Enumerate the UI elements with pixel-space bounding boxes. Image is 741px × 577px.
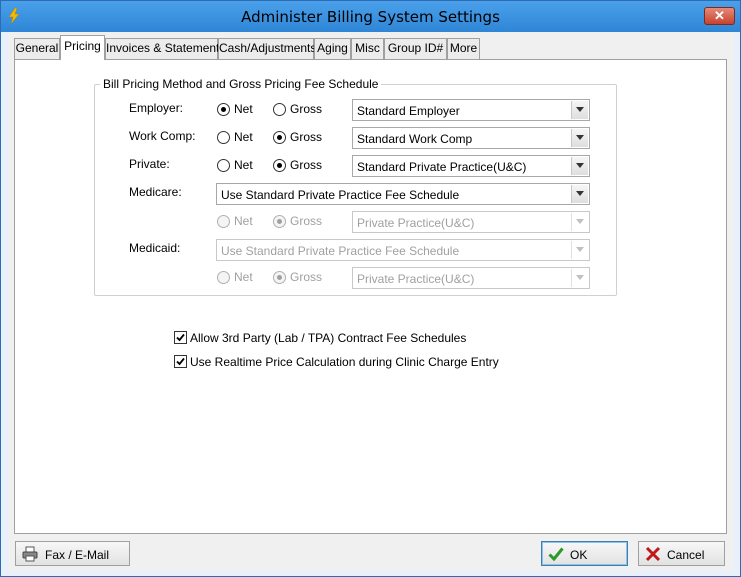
workcomp-fee-schedule-value: Standard Work Comp [357,132,473,146]
medicare-source-select[interactable]: Use Standard Private Practice Fee Schedu… [216,183,590,205]
cancel-x-icon [645,546,661,562]
employer-fee-schedule-select[interactable]: Standard Employer [352,99,590,121]
realtime-price-checkbox[interactable] [174,355,187,368]
settings-window: Administer Billing System Settings ✕ Gen… [0,0,741,577]
medicaid-source-select[interactable]: Use Standard Private Practice Fee Schedu… [216,239,590,261]
pricing-panel: Bill Pricing Method and Gross Pricing Fe… [14,59,727,534]
private-gross-radio[interactable] [273,159,286,172]
chevron-down-icon[interactable] [571,185,588,203]
checkmark-icon [548,547,564,562]
medicare-fee-schedule-select[interactable]: Private Practice(U&C) [352,211,590,233]
realtime-price-label[interactable]: Use Realtime Price Calculation during Cl… [190,355,499,369]
fax-email-button[interactable]: Fax / E-Mail [15,541,130,566]
private-label: Private: [129,157,170,171]
chevron-down-icon[interactable] [571,101,588,119]
ok-label: OK [570,548,588,562]
workcomp-net-radio[interactable] [217,131,230,144]
private-fee-schedule-value: Standard Private Practice(U&C) [357,160,527,174]
medicare-label: Medicare: [129,185,182,199]
close-icon: ✕ [714,8,725,23]
title-bar[interactable]: Administer Billing System Settings ✕ [1,1,740,32]
cancel-label: Cancel [667,548,705,562]
employer-fee-schedule-value: Standard Employer [357,104,460,118]
private-net-label[interactable]: Net [234,158,253,172]
chevron-down-icon[interactable] [571,157,588,175]
medicaid-gross-label[interactable]: Gross [290,270,322,284]
medicaid-source-value: Use Standard Private Practice Fee Schedu… [221,244,460,258]
medicare-gross-radio[interactable] [273,215,286,228]
checkmark-icon [176,357,185,366]
tab-cash-adjustments[interactable]: Cash/Adjustments [218,38,316,59]
medicaid-fee-schedule-select[interactable]: Private Practice(U&C) [352,267,590,289]
private-gross-label[interactable]: Gross [290,158,322,172]
tab-invoices-statements[interactable]: Invoices & Statements [105,38,225,59]
medicaid-fee-schedule-value: Private Practice(U&C) [357,272,475,286]
workcomp-net-label[interactable]: Net [234,130,253,144]
medicare-source-value: Use Standard Private Practice Fee Schedu… [221,188,460,202]
medicare-net-label[interactable]: Net [234,214,253,228]
chevron-down-icon[interactable] [571,241,588,259]
tab-aging[interactable]: Aging [314,38,351,59]
workcomp-gross-label[interactable]: Gross [290,130,322,144]
fax-email-label: Fax / E-Mail [45,548,110,562]
private-net-radio[interactable] [217,159,230,172]
employer-label: Employer: [129,101,184,115]
chevron-down-icon[interactable] [571,129,588,147]
medicare-gross-label[interactable]: Gross [290,214,322,228]
tab-group-id[interactable]: Group ID# [384,38,447,59]
private-fee-schedule-select[interactable]: Standard Private Practice(U&C) [352,155,590,177]
medicare-fee-schedule-value: Private Practice(U&C) [357,216,475,230]
workcomp-label: Work Comp: [129,129,196,143]
tab-misc[interactable]: Misc [351,38,384,59]
medicare-net-radio[interactable] [217,215,230,228]
ok-button[interactable]: OK [541,541,628,566]
chevron-down-icon[interactable] [571,269,588,287]
tab-pricing[interactable]: Pricing [60,35,105,60]
tab-more[interactable]: More [447,38,480,59]
groupbox-title: Bill Pricing Method and Gross Pricing Fe… [100,77,382,91]
employer-net-radio[interactable] [217,103,230,116]
medicaid-net-radio[interactable] [217,271,230,284]
medicaid-net-label[interactable]: Net [234,270,253,284]
checkmark-icon [176,333,185,342]
medicaid-label: Medicaid: [129,241,181,255]
employer-net-label[interactable]: Net [234,102,253,116]
cancel-button[interactable]: Cancel [638,541,725,566]
third-party-checkbox[interactable] [174,331,187,344]
employer-gross-radio[interactable] [273,103,286,116]
tab-general[interactable]: General [14,38,60,59]
workcomp-fee-schedule-select[interactable]: Standard Work Comp [352,127,590,149]
workcomp-gross-radio[interactable] [273,131,286,144]
chevron-down-icon[interactable] [571,213,588,231]
dialog-body: General Pricing Invoices & Statements Ca… [8,32,734,571]
printer-icon [22,546,38,562]
window-title: Administer Billing System Settings [241,8,500,26]
third-party-label[interactable]: Allow 3rd Party (Lab / TPA) Contract Fee… [190,331,466,345]
employer-gross-label[interactable]: Gross [290,102,322,116]
medicaid-gross-radio[interactable] [273,271,286,284]
close-button[interactable]: ✕ [704,7,735,25]
